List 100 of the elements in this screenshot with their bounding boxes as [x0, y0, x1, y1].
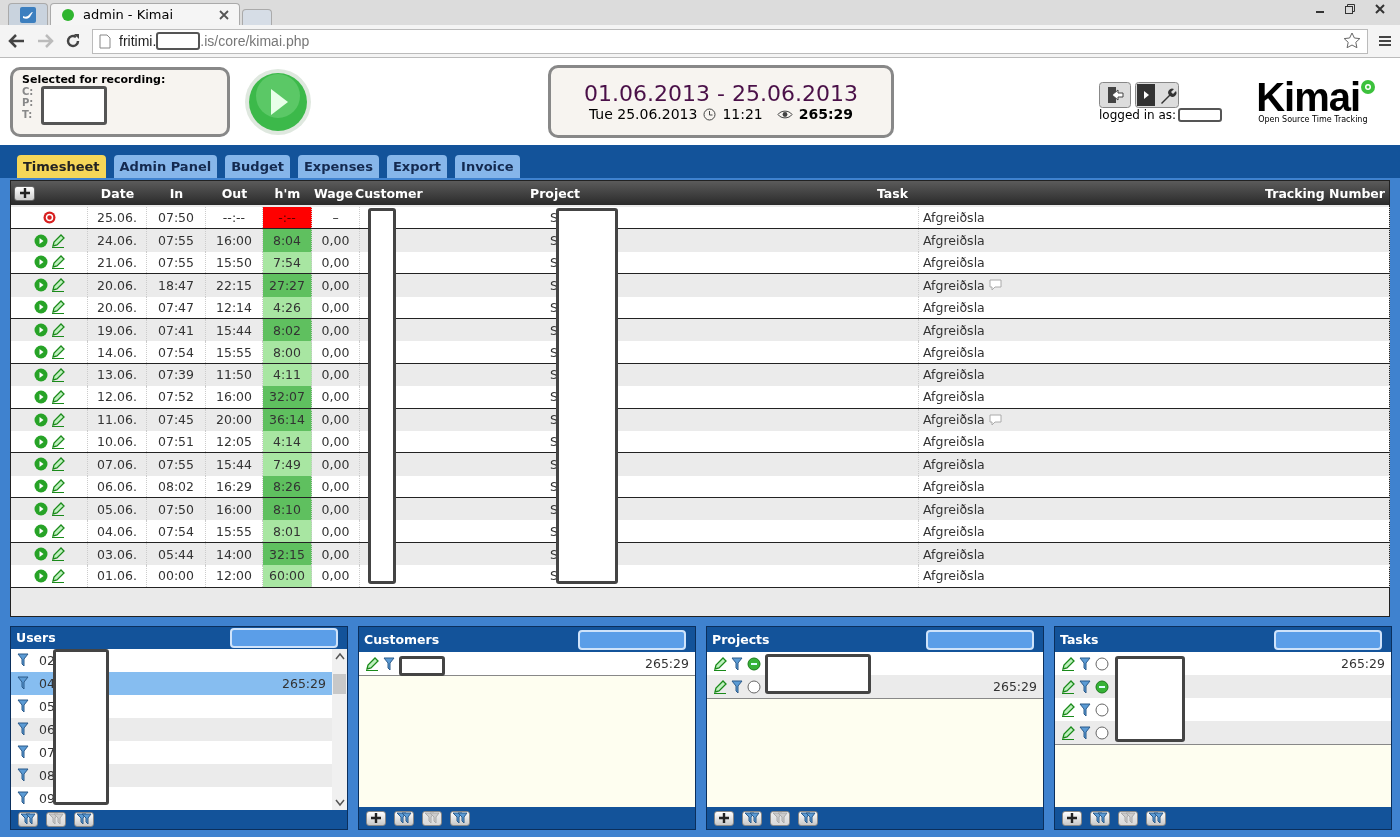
pencil-icon[interactable]: [50, 524, 65, 539]
filter-icon[interactable]: [1079, 679, 1091, 694]
pencil-icon[interactable]: [50, 457, 65, 472]
filter-button[interactable]: [742, 810, 762, 826]
pencil-icon[interactable]: [50, 278, 65, 293]
play-icon[interactable]: [33, 524, 48, 539]
filter-icon[interactable]: [17, 768, 29, 783]
wrench-icon[interactable]: [1135, 81, 1179, 108]
nav-tab[interactable]: Export: [386, 154, 448, 178]
add-button[interactable]: [366, 810, 386, 826]
pencil-icon[interactable]: [50, 367, 65, 382]
nav-tab[interactable]: Timesheet: [17, 154, 106, 178]
filter-button[interactable]: [450, 810, 470, 826]
search-field[interactable]: [230, 627, 338, 648]
play-icon[interactable]: [33, 434, 48, 449]
filter-icon[interactable]: [1079, 702, 1091, 717]
filter-icon[interactable]: [17, 745, 29, 760]
pencil-icon[interactable]: [50, 434, 65, 449]
nav-tab[interactable]: Expenses: [298, 154, 379, 178]
pencil-icon[interactable]: [50, 323, 65, 338]
column-header[interactable]: h'm: [263, 185, 312, 201]
filter-icon[interactable]: [1079, 725, 1091, 740]
filter-icon[interactable]: [731, 656, 743, 671]
pencil-icon[interactable]: [1061, 656, 1075, 671]
radio-icon[interactable]: [747, 679, 761, 694]
pencil-icon[interactable]: [50, 389, 65, 404]
play-icon[interactable]: [33, 278, 48, 293]
filter-icon[interactable]: [17, 722, 29, 737]
nav-tab[interactable]: Budget: [225, 154, 290, 178]
filter-icon[interactable]: [383, 656, 395, 671]
pencil-icon[interactable]: [50, 547, 65, 562]
play-icon[interactable]: [33, 255, 48, 270]
play-icon[interactable]: [33, 323, 48, 338]
column-header[interactable]: Date: [88, 185, 147, 201]
search-field[interactable]: [926, 629, 1034, 650]
add-button[interactable]: [14, 185, 35, 201]
scrollbar[interactable]: [332, 648, 347, 810]
filter-button[interactable]: [1090, 810, 1110, 826]
column-header[interactable]: In: [147, 185, 206, 201]
pencil-icon[interactable]: [50, 300, 65, 315]
nav-tab[interactable]: Invoice: [455, 154, 520, 178]
add-button[interactable]: [1062, 810, 1082, 826]
filter-icon[interactable]: [731, 679, 743, 694]
play-icon[interactable]: [33, 479, 48, 494]
menu-icon[interactable]: [1378, 34, 1392, 48]
pencil-icon[interactable]: [50, 255, 65, 270]
play-icon[interactable]: [33, 502, 48, 517]
search-field[interactable]: [578, 629, 686, 650]
column-header[interactable]: Task: [700, 185, 912, 201]
browser-tab[interactable]: admin - Kimai: [50, 3, 240, 25]
back-icon[interactable]: [8, 33, 26, 49]
pencil-icon[interactable]: [50, 412, 65, 427]
column-header[interactable]: Customer: [355, 185, 520, 201]
play-icon[interactable]: [33, 547, 48, 562]
column-header[interactable]: Project: [520, 185, 700, 201]
stop-icon[interactable]: [42, 211, 56, 225]
pencil-icon[interactable]: [713, 679, 727, 694]
radio-icon[interactable]: [1095, 702, 1109, 717]
pencil-icon[interactable]: [1061, 702, 1075, 717]
filter-button[interactable]: [1146, 810, 1166, 826]
pencil-icon[interactable]: [1061, 725, 1075, 740]
play-icon[interactable]: [33, 233, 48, 248]
filter-icon[interactable]: [1079, 656, 1091, 671]
close-icon[interactable]: [1374, 3, 1386, 15]
play-icon[interactable]: [33, 457, 48, 472]
address-bar[interactable]: fritimi. .is/core/kimai.php: [92, 28, 1368, 54]
filter-icon[interactable]: [17, 653, 29, 668]
play-icon[interactable]: [33, 345, 48, 360]
restore-icon[interactable]: [1344, 3, 1356, 15]
pencil-icon[interactable]: [365, 656, 379, 671]
nav-tab[interactable]: Admin Panel: [113, 154, 218, 178]
play-icon[interactable]: [33, 367, 48, 382]
pencil-icon[interactable]: [50, 233, 65, 248]
play-icon[interactable]: [33, 568, 48, 583]
radio-icon[interactable]: [1095, 725, 1109, 740]
pencil-icon[interactable]: [50, 502, 65, 517]
play-icon[interactable]: [33, 389, 48, 404]
close-icon[interactable]: [219, 9, 229, 20]
filter-icon[interactable]: [17, 791, 29, 806]
filter-button[interactable]: [18, 811, 38, 827]
column-header[interactable]: Out: [206, 185, 263, 201]
radio-icon[interactable]: [1095, 656, 1109, 671]
date-range[interactable]: 01.06.2013 - 25.06.2013: [584, 81, 858, 106]
filter-icon[interactable]: [17, 699, 29, 714]
pencil-icon[interactable]: [50, 479, 65, 494]
column-header[interactable]: Tracking Number: [912, 185, 1389, 201]
start-button[interactable]: [244, 67, 312, 136]
play-icon[interactable]: [33, 300, 48, 315]
filter-button[interactable]: [74, 811, 94, 827]
play-icon[interactable]: [33, 412, 48, 427]
radio-icon[interactable]: [747, 656, 761, 671]
pencil-icon[interactable]: [1061, 679, 1075, 694]
column-header[interactable]: Wage: [312, 185, 355, 201]
logout-icon[interactable]: [1099, 81, 1131, 108]
pencil-icon[interactable]: [50, 568, 65, 583]
add-button[interactable]: [714, 810, 734, 826]
filter-button[interactable]: [798, 810, 818, 826]
search-field[interactable]: [1274, 629, 1382, 650]
scrollbar-thumb[interactable]: [333, 673, 346, 694]
filter-button[interactable]: [394, 810, 414, 826]
